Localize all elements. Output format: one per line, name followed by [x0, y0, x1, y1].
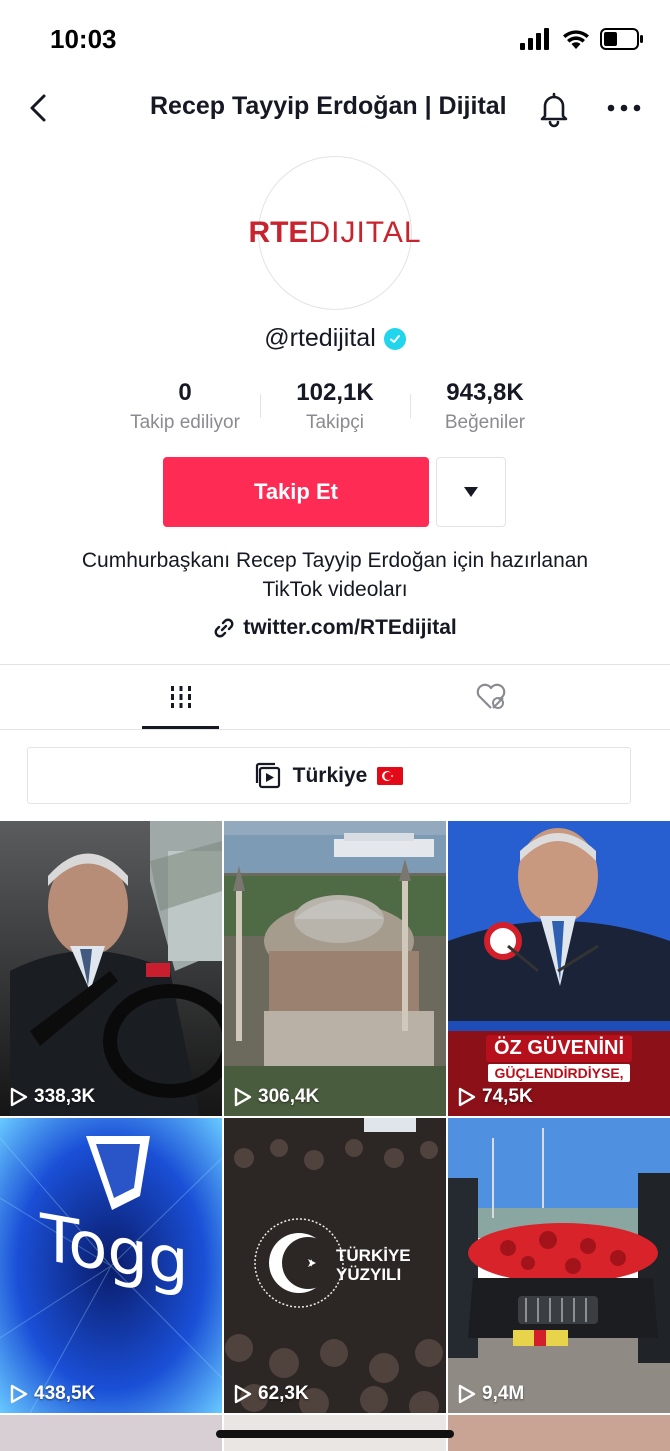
wifi-icon	[563, 30, 589, 49]
video-caption-overlay: TÜRKİYE YÜZYILI	[336, 1246, 411, 1284]
video-caption-overlay: ÖZ GÜVENİNİ GÜÇLENDİRDİYSE,	[448, 1035, 670, 1083]
chevron-left-icon	[30, 94, 46, 122]
rte-dijital-logo: RTEDIJITAL	[248, 216, 421, 250]
stat-likes[interactable]: 943,8K Beğeniler	[410, 378, 560, 434]
status-bar: 10:03	[0, 0, 670, 80]
caption-line: ÖZ GÜVENİNİ	[485, 1035, 632, 1062]
stat-label: Takip ediliyor	[130, 412, 240, 433]
stat-value: 0	[178, 379, 192, 406]
profile-bio: Cumhurbaşkanı Recep Tayyip Erdoğan için …	[0, 546, 670, 604]
view-count: 62,3K	[234, 1383, 309, 1405]
play-icon	[10, 1087, 28, 1107]
status-icons	[520, 28, 644, 50]
tab-videos[interactable]	[142, 665, 219, 729]
view-count: 306,4K	[234, 1086, 319, 1108]
profile-tabs	[0, 664, 670, 730]
profile-stats: 0 Takip ediliyor 102,1K Takipçi 943,8K B…	[110, 378, 560, 442]
grid-icon	[170, 686, 191, 708]
view-count: 438,5K	[10, 1383, 95, 1405]
caption-line: GÜÇLENDİRDİYSE,	[488, 1064, 630, 1082]
stat-value: 943,8K	[446, 379, 524, 406]
video-thumbnail[interactable]: 9,4M	[448, 1118, 670, 1413]
follow-button[interactable]: Takip Et	[163, 457, 429, 527]
view-count-text: 74,5K	[482, 1086, 533, 1107]
profile-header: Recep Tayyip Erdoğan | Dijital	[0, 80, 670, 136]
liked-hidden-icon	[476, 683, 505, 709]
verified-badge-icon	[383, 327, 406, 350]
video-thumbnail[interactable]: ÖZ GÜVENİNİ GÜÇLENDİRDİYSE, 74,5K	[448, 821, 670, 1116]
playlist-label: Türkiye	[292, 763, 368, 787]
view-count-text: 62,3K	[258, 1383, 309, 1404]
notifications-button[interactable]	[534, 86, 574, 130]
bio-line: Cumhurbaşkanı Recep Tayyip Erdoğan için …	[81, 549, 589, 572]
logo-light-text: DIJITAL	[308, 216, 422, 249]
playlist-icon	[255, 762, 280, 788]
view-count-text: 438,5K	[34, 1383, 96, 1404]
play-icon	[458, 1087, 476, 1107]
video-thumbnail-image	[448, 1118, 670, 1413]
video-thumbnail[interactable]: 338,3K	[0, 821, 222, 1116]
play-icon	[234, 1384, 252, 1404]
play-icon	[234, 1087, 252, 1107]
playlist-turkiye-button[interactable]: Türkiye	[27, 747, 631, 804]
video-thumbnail-image	[0, 821, 222, 1116]
more-dots-icon	[607, 104, 641, 112]
stat-label: Beğeniler	[444, 412, 526, 433]
caret-down-icon	[464, 487, 478, 497]
stat-value: 102,1K	[296, 379, 374, 406]
stat-followers[interactable]: 102,1K Takipçi	[260, 378, 410, 434]
video-thumbnail-image	[224, 821, 446, 1116]
video-thumbnail[interactable]: TÜRKİYE YÜZYILI 62,3K	[224, 1118, 446, 1413]
status-time: 10:03	[50, 24, 117, 54]
view-count-text: 306,4K	[258, 1086, 320, 1107]
view-count: 74,5K	[458, 1086, 533, 1108]
turkey-flag-icon	[377, 766, 404, 785]
play-icon	[458, 1384, 476, 1404]
bio-line: TikTok videoları	[262, 578, 408, 601]
tab-liked[interactable]	[452, 665, 529, 729]
back-button[interactable]	[22, 86, 62, 130]
stat-label: Takipçi	[305, 412, 365, 433]
profile-avatar[interactable]: RTEDIJITAL	[248, 156, 421, 310]
caption-line: YÜZYILI	[336, 1265, 402, 1284]
page-title: Recep Tayyip Erdoğan | Dijital	[150, 92, 507, 120]
signal-icon	[520, 28, 549, 50]
battery-icon	[600, 28, 643, 50]
video-thumbnail[interactable]: Togg 438,5K	[0, 1118, 222, 1413]
video-thumbnail[interactable]	[448, 1415, 670, 1451]
link-icon	[214, 618, 234, 638]
view-count-text: 9,4M	[482, 1383, 525, 1404]
video-thumbnail[interactable]: 306,4K	[224, 821, 446, 1116]
video-thumbnail-image	[224, 1118, 446, 1413]
more-options-button[interactable]	[602, 90, 646, 126]
profile-link[interactable]: twitter.com/RTEdijital	[0, 616, 670, 640]
view-count: 9,4M	[458, 1383, 524, 1405]
view-count: 338,3K	[10, 1086, 95, 1108]
play-icon	[10, 1384, 28, 1404]
active-tab-indicator	[142, 726, 219, 729]
logo-bold-text: RTE	[248, 216, 309, 249]
view-count-text: 338,3K	[34, 1086, 96, 1107]
home-indicator	[216, 1430, 454, 1438]
suggested-accounts-dropdown-button[interactable]	[436, 457, 506, 527]
stat-following[interactable]: 0 Takip ediliyor	[110, 378, 260, 434]
bell-icon	[540, 92, 568, 128]
caption-line: TÜRKİYE	[336, 1246, 411, 1265]
video-thumbnail[interactable]	[0, 1415, 222, 1451]
link-text: twitter.com/RTEdijital	[243, 616, 457, 639]
profile-handle: @rtedijital	[264, 324, 376, 352]
handle-row: @rtedijital	[0, 324, 670, 353]
